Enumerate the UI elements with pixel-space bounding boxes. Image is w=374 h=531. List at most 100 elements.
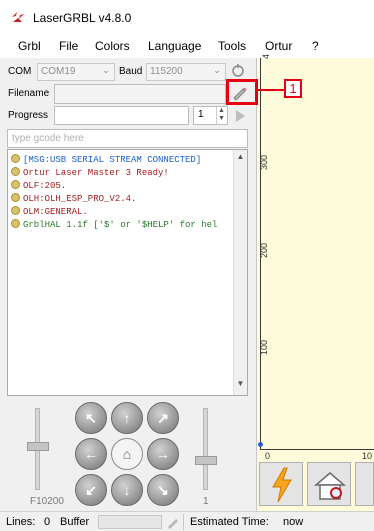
x-axis-line bbox=[260, 449, 374, 450]
console-line: [MSG:USB SERIAL STREAM CONNECTED] bbox=[11, 154, 201, 166]
jog-up-left-icon: ↖ bbox=[85, 410, 97, 426]
console-text: GrblHAL 1.1f ['$' or '$HELP' for hel bbox=[23, 220, 218, 230]
menu-ortur[interactable]: Ortur bbox=[265, 39, 292, 53]
menu-colors[interactable]: Colors bbox=[95, 39, 130, 53]
jog-down-icon: ↓ bbox=[123, 482, 131, 498]
laser-fire-button[interactable] bbox=[259, 462, 303, 506]
scroll-up-icon[interactable]: ▲ bbox=[234, 152, 247, 166]
baud-label: Baud bbox=[119, 66, 143, 77]
message-icon bbox=[11, 180, 20, 189]
lock-button[interactable] bbox=[355, 462, 374, 506]
console-text: [MSG:USB SERIAL STREAM CONNECTED] bbox=[23, 155, 202, 165]
step-slider-track[interactable] bbox=[203, 408, 208, 490]
console-scrollbar[interactable]: ▲ ▼ bbox=[233, 150, 247, 395]
home-zoom-button[interactable] bbox=[307, 462, 351, 506]
window-title: LaserGRBL v4.8.0 bbox=[33, 11, 132, 25]
jog-right-icon: → bbox=[156, 446, 170, 462]
console-line: OLH:OLH_ESP_PRO_V2.4. bbox=[11, 193, 136, 205]
lightning-icon bbox=[272, 467, 292, 503]
progress-label: Progress bbox=[8, 110, 49, 121]
estimated-time-value: now bbox=[283, 516, 304, 528]
passes-stepper[interactable]: 1 ▲ ▼ bbox=[193, 106, 228, 125]
console-line: GrblHAL 1.1f ['$' or '$HELP' for hel bbox=[11, 219, 233, 231]
pencil-icon[interactable] bbox=[166, 515, 180, 529]
message-icon bbox=[11, 206, 20, 215]
filename-field bbox=[54, 84, 226, 104]
menu-grbl[interactable]: Grbl bbox=[18, 39, 41, 53]
connect-plug-icon[interactable] bbox=[230, 63, 246, 79]
home-search-icon bbox=[313, 472, 347, 500]
jog-up-right-button[interactable]: ↗ bbox=[147, 402, 179, 434]
passes-value: 1 bbox=[198, 109, 204, 120]
callout-number: 1 bbox=[284, 79, 302, 98]
jog-up-button[interactable]: ↑ bbox=[111, 402, 143, 434]
buffer-label: Buffer bbox=[60, 516, 90, 528]
y-tick-300: 300 bbox=[259, 154, 269, 170]
jog-left-button[interactable]: ← bbox=[75, 438, 107, 470]
jog-down-left-icon: ↙ bbox=[85, 482, 97, 498]
x-tick-10: 10 bbox=[362, 451, 373, 461]
status-bar: Lines: 0 Buffer Estimated Time: now bbox=[0, 511, 374, 531]
console-text: OLF:205. bbox=[23, 181, 67, 191]
jog-down-right-button[interactable]: ↘ bbox=[147, 474, 179, 506]
menu-tools[interactable]: Tools bbox=[218, 39, 246, 53]
lines-value: 0 bbox=[44, 516, 51, 528]
jog-down-right-icon: ↘ bbox=[157, 482, 169, 498]
com-label: COM bbox=[8, 66, 32, 77]
jog-left-icon: ← bbox=[84, 446, 98, 462]
y-tick-top: 4 bbox=[261, 53, 271, 59]
jog-right-button[interactable]: → bbox=[147, 438, 179, 470]
step-slider-thumb[interactable] bbox=[195, 456, 217, 465]
origin-marker bbox=[258, 442, 263, 447]
estimated-time-label: Estimated Time: bbox=[190, 516, 269, 528]
com-port-value: COM19 bbox=[41, 66, 76, 77]
baud-value: 115200 bbox=[150, 66, 183, 77]
jog-down-left-button[interactable]: ↙ bbox=[75, 474, 107, 506]
callout-connector bbox=[258, 89, 284, 91]
baud-select[interactable]: 115200 ⌄ bbox=[146, 63, 226, 81]
y-tick-100: 100 bbox=[259, 339, 269, 355]
speed-label: F10200 bbox=[30, 496, 64, 507]
progress-bar bbox=[54, 106, 189, 125]
y-tick-200: 200 bbox=[259, 242, 269, 258]
chevron-down-icon: ⌄ bbox=[102, 65, 110, 75]
filename-label: Filename bbox=[8, 88, 50, 99]
menu-bar: Grbl File Colors Language Tools Ortur ? bbox=[0, 34, 374, 58]
jog-up-left-button[interactable]: ↖ bbox=[75, 402, 107, 434]
speed-slider-thumb[interactable] bbox=[27, 442, 49, 451]
message-icon bbox=[11, 167, 20, 176]
gcode-placeholder: type gcode here bbox=[12, 133, 84, 144]
lines-label: Lines: bbox=[6, 516, 36, 528]
console-text: OLH:OLH_ESP_PRO_V2.4. bbox=[23, 194, 137, 204]
scroll-down-icon[interactable]: ▼ bbox=[234, 379, 247, 393]
step-label: 1 bbox=[203, 496, 209, 507]
jog-down-button[interactable]: ↓ bbox=[111, 474, 143, 506]
com-port-select[interactable]: COM19 ⌄ bbox=[37, 63, 115, 81]
menu-help[interactable]: ? bbox=[312, 39, 319, 53]
console-text: Ortur Laser Master 3 Ready! bbox=[23, 168, 169, 178]
menu-file[interactable]: File bbox=[59, 39, 78, 53]
preview-canvas[interactable]: 4 300 200 100 0 10 bbox=[256, 54, 374, 511]
console-line: OLM:GENERAL. bbox=[11, 206, 88, 218]
x-tick-0: 0 bbox=[265, 451, 271, 461]
laser-flash-icon bbox=[12, 12, 24, 22]
divider bbox=[183, 514, 184, 530]
console-line: Ortur Laser Master 3 Ready! bbox=[11, 167, 169, 179]
highlight-box bbox=[226, 79, 258, 105]
menu-language[interactable]: Language bbox=[148, 39, 201, 53]
jog-up-right-icon: ↗ bbox=[157, 410, 169, 426]
spinner-arrows-icon[interactable]: ▲ ▼ bbox=[216, 107, 226, 124]
message-icon bbox=[11, 193, 20, 202]
run-arrow-icon[interactable] bbox=[234, 109, 246, 123]
gcode-input[interactable]: type gcode here bbox=[7, 129, 248, 148]
jog-up-icon: ↑ bbox=[123, 410, 131, 426]
buffer-bar bbox=[98, 515, 162, 529]
console-line: OLF:205. bbox=[11, 180, 66, 192]
console-text: OLM:GENERAL. bbox=[23, 207, 88, 217]
jog-home-button[interactable]: ⌂ bbox=[111, 438, 143, 470]
home-icon: ⌂ bbox=[122, 446, 132, 462]
message-icon bbox=[11, 154, 20, 163]
chevron-down-icon: ⌄ bbox=[213, 65, 221, 75]
console-log: [MSG:USB SERIAL STREAM CONNECTED] Ortur … bbox=[7, 149, 248, 396]
title-bar: LaserGRBL v4.8.0 bbox=[0, 0, 374, 34]
